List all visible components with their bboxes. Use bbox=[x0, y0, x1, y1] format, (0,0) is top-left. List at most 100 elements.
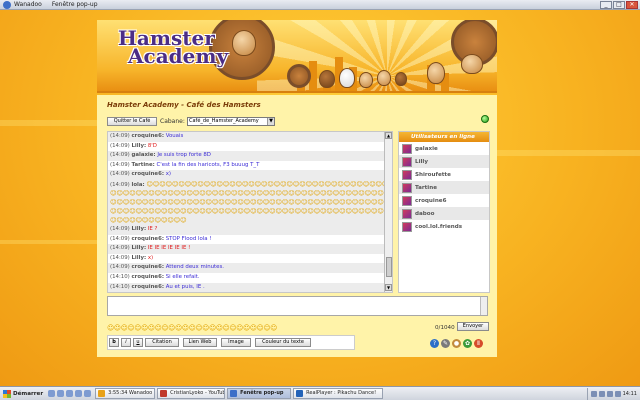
message-nick[interactable]: Lilly: bbox=[131, 143, 146, 149]
tab-popup[interactable]: Fenêtre pop-up bbox=[52, 1, 98, 8]
message-text: Vouais bbox=[165, 133, 184, 139]
tray-icon[interactable] bbox=[606, 390, 613, 397]
scroll-up-arrow-icon[interactable]: ▲ bbox=[385, 132, 392, 139]
message-nick[interactable]: croquine6: bbox=[131, 171, 164, 177]
quit-cafe-button[interactable]: Quitter le Café bbox=[107, 117, 157, 126]
message-time: (14:09) bbox=[110, 235, 130, 242]
avatar-icon bbox=[402, 208, 412, 219]
text-color-button[interactable]: Couleur du texte bbox=[255, 338, 311, 347]
quick-launch-icon[interactable] bbox=[84, 390, 92, 397]
start-button[interactable]: Démarrer bbox=[0, 388, 46, 400]
chat-scrollbar[interactable]: ▲ ▼ bbox=[384, 132, 392, 292]
emoticon-bar[interactable]: ☺☺☺☺☺☺☺☺☺☺☺☺☺☺☺☺☺☺☺☺☺☺☺☺☺ bbox=[107, 323, 277, 332]
user-name: galaxie bbox=[415, 145, 438, 152]
cabane-select[interactable]: Café_de_Hamster_Academy ▼ bbox=[187, 117, 275, 126]
taskbar-task[interactable]: 3:55:34 Wanadoo bbox=[95, 388, 156, 399]
user-name: Shiroufette bbox=[415, 171, 451, 178]
message-nick[interactable]: croquine6: bbox=[131, 284, 164, 290]
taskbar-task[interactable]: RealPlayer : Pikachu Dance! bbox=[293, 388, 384, 399]
underline-button[interactable]: u bbox=[133, 338, 143, 347]
small-wheel-icon bbox=[287, 64, 311, 88]
tray-icon[interactable] bbox=[590, 390, 597, 397]
scroll-thumb[interactable] bbox=[386, 257, 392, 277]
hamster-brown-icon bbox=[319, 70, 335, 88]
user-list-item[interactable]: daboo bbox=[399, 207, 489, 220]
user-list-item[interactable]: croquine6 bbox=[399, 194, 489, 207]
maximize-button[interactable]: □ bbox=[613, 1, 625, 9]
avatar-icon bbox=[402, 221, 412, 232]
tray-icon[interactable] bbox=[598, 390, 605, 397]
message-nick[interactable]: croquine6: bbox=[131, 236, 164, 242]
quick-launch-icon[interactable] bbox=[66, 390, 74, 397]
image-button[interactable]: Image bbox=[221, 338, 251, 347]
message-nick[interactable]: croquine6: bbox=[131, 264, 164, 270]
clock: 14:11 bbox=[622, 390, 637, 397]
user-list-item[interactable]: galaxie bbox=[399, 142, 489, 155]
tools-icon[interactable]: ✎ bbox=[441, 339, 450, 348]
message-time: (14:09) bbox=[110, 264, 130, 271]
settings-icon[interactable]: ✿ bbox=[463, 339, 472, 348]
quick-launch-icon[interactable] bbox=[57, 390, 65, 397]
quick-launch bbox=[48, 390, 92, 397]
tray-icon[interactable] bbox=[614, 390, 621, 397]
pause-icon[interactable]: Ⅱ bbox=[474, 339, 483, 348]
chat-message: (14:09) Lilly: IE IE IE IE IE IE ! bbox=[108, 244, 392, 254]
message-text: x) bbox=[165, 171, 171, 178]
user-list-item[interactable]: cool.lol.friends bbox=[399, 220, 489, 233]
minimize-button[interactable]: _ bbox=[600, 1, 612, 9]
message-nick[interactable]: lola: bbox=[131, 182, 144, 188]
quick-launch-icon[interactable] bbox=[75, 390, 83, 397]
hamster-white-icon bbox=[339, 68, 355, 88]
message-text: 8'D bbox=[147, 142, 157, 149]
close-button[interactable]: ✕ bbox=[626, 1, 638, 9]
user-list-item[interactable]: Lilly bbox=[399, 155, 489, 168]
message-text: IE ? bbox=[147, 225, 158, 232]
web-link-button[interactable]: Lien Web bbox=[183, 338, 217, 347]
message-nick[interactable]: Tartine: bbox=[131, 162, 154, 168]
message-nick[interactable]: croquine6: bbox=[131, 133, 164, 139]
chat-message: (14:10) croquine6: Au et puis, IE . bbox=[108, 282, 392, 292]
message-text: STOP Flood lola ! bbox=[165, 235, 212, 242]
browser-icon bbox=[3, 0, 11, 9]
tab-wanadoo[interactable]: Wanadoo bbox=[14, 1, 42, 8]
hamster-small-icon bbox=[359, 72, 373, 88]
chat-message: (14:10) croquine6: Si elle refait. bbox=[108, 273, 392, 283]
message-input[interactable] bbox=[107, 296, 488, 316]
avatar-icon bbox=[402, 156, 412, 167]
bold-button[interactable]: b bbox=[109, 338, 119, 347]
chat-message: (14:09) croquine6: Attend deux minutes. bbox=[108, 263, 392, 273]
user-name: Lilly bbox=[415, 158, 428, 165]
help-icon[interactable]: ? bbox=[430, 339, 439, 348]
italic-button[interactable]: i bbox=[121, 338, 131, 347]
message-nick[interactable]: Lilly: bbox=[131, 255, 146, 261]
message-time: (14:10) bbox=[110, 273, 130, 280]
online-users-panel: Utilisateurs en ligne galaxie Lilly Shirou… bbox=[398, 131, 490, 293]
message-time: (14:09) bbox=[110, 161, 130, 168]
window-titlebar: Wanadoo Fenêtre pop-up _ □ ✕ bbox=[0, 0, 640, 10]
taskbar-task[interactable]: Fenêtre pop-up bbox=[227, 388, 292, 399]
user-list-item[interactable]: Shiroufette bbox=[399, 168, 489, 181]
user-list-item[interactable]: Tartine bbox=[399, 181, 489, 194]
message-text: x) bbox=[147, 254, 154, 261]
quick-launch-icon[interactable] bbox=[48, 390, 56, 397]
message-nick[interactable]: Lilly: bbox=[131, 245, 146, 251]
scroll-down-arrow-icon[interactable]: ▼ bbox=[385, 284, 392, 291]
message-nick[interactable]: galaxie: bbox=[131, 152, 155, 158]
hamster-right-icon bbox=[461, 54, 483, 74]
message-time: (14:09) bbox=[110, 225, 130, 232]
message-time: (14:09) bbox=[110, 142, 130, 149]
taskbar-task[interactable]: CristianLyoko - YouTube bbox=[157, 388, 226, 399]
message-nick[interactable]: croquine6: bbox=[131, 274, 164, 280]
chat-tools: ? ✎ ● ✿ Ⅱ bbox=[430, 339, 483, 348]
chevron-down-icon[interactable]: ▼ bbox=[267, 118, 274, 125]
char-counter: 0/1040 bbox=[435, 325, 455, 331]
chat-message: (14:09) Lilly: x) bbox=[108, 254, 392, 264]
input-scrollbar[interactable] bbox=[480, 297, 487, 315]
chat-message: (14:09) croquine6: STOP Flood lola ! bbox=[108, 235, 392, 245]
send-button[interactable]: Envoyer bbox=[457, 322, 489, 331]
hamster-profile-icon[interactable]: ● bbox=[452, 339, 461, 348]
citation-button[interactable]: Citation bbox=[145, 338, 179, 347]
chat-log[interactable]: (14:09) croquine6: Vouais (14:09) Lilly: … bbox=[107, 131, 393, 293]
message-nick[interactable]: Lilly: bbox=[131, 226, 146, 232]
message-time: (14:09) bbox=[110, 171, 130, 178]
